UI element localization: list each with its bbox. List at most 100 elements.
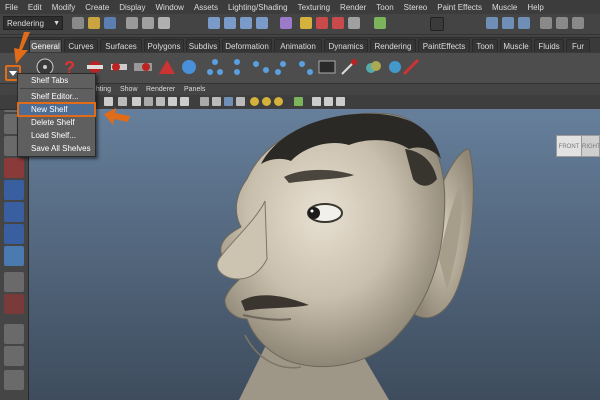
- layout-two-icon[interactable]: [4, 346, 24, 366]
- snap-plane-icon[interactable]: [256, 17, 268, 29]
- tool-settings-icon[interactable]: [518, 17, 530, 29]
- menu-toon[interactable]: Toon: [371, 3, 398, 12]
- input-field-icon[interactable]: [374, 17, 386, 29]
- view-cube[interactable]: FRONT RIGHT: [556, 127, 600, 161]
- menu-item-delete-shelf[interactable]: Delete Shelf: [18, 116, 95, 129]
- viewcube-front[interactable]: FRONT: [556, 135, 582, 157]
- menu-window[interactable]: Window: [151, 3, 189, 12]
- camera-icon[interactable]: [104, 97, 113, 106]
- tab-subdivs[interactable]: Subdivs: [186, 39, 220, 52]
- tab-surfaces[interactable]: Surfaces: [100, 39, 142, 52]
- isolate-icon[interactable]: [294, 97, 303, 106]
- menu-muscle[interactable]: Muscle: [487, 3, 522, 12]
- layout-four-icon[interactable]: [4, 324, 24, 344]
- select-hierarchy-icon[interactable]: [126, 17, 138, 29]
- tool-icon-2[interactable]: [108, 56, 130, 78]
- rotate-tool-icon[interactable]: [4, 180, 24, 200]
- manipulator-tool-icon[interactable]: [4, 224, 24, 244]
- channel-box-icon[interactable]: [486, 17, 498, 29]
- tab-muscle[interactable]: Muscle: [500, 39, 532, 52]
- tab-fur[interactable]: Fur: [566, 39, 590, 52]
- select-object-icon[interactable]: [142, 17, 154, 29]
- snap-point-icon[interactable]: [240, 17, 252, 29]
- tab-painteffects[interactable]: PaintEffects: [418, 39, 470, 52]
- tab-deformation[interactable]: Deformation: [222, 39, 272, 52]
- cube-icon[interactable]: [200, 97, 209, 106]
- viewcube-right[interactable]: RIGHT: [581, 135, 600, 157]
- menu-stereo[interactable]: Stereo: [399, 3, 433, 12]
- menu-file[interactable]: File: [0, 3, 23, 12]
- menu-display[interactable]: Display: [114, 3, 150, 12]
- joint-icon-5[interactable]: [294, 56, 316, 78]
- paint-tool-icon[interactable]: [338, 56, 360, 78]
- film-gate-icon[interactable]: [324, 97, 333, 106]
- tab-curves[interactable]: Curves: [64, 39, 98, 52]
- render-settings-icon[interactable]: [348, 17, 360, 29]
- xray-icon[interactable]: [168, 97, 177, 106]
- menu-lighting-shading[interactable]: Lighting/Shading: [223, 3, 293, 12]
- menu-item-new-shelf[interactable]: New Shelf: [17, 102, 96, 117]
- menu-render[interactable]: Render: [335, 3, 371, 12]
- menu-create[interactable]: Create: [80, 3, 114, 12]
- perspective-viewport[interactable]: FRONT RIGHT: [29, 109, 600, 400]
- wireframe-icon[interactable]: [132, 97, 141, 106]
- layout-single-icon[interactable]: [4, 272, 24, 292]
- script-editor-icon[interactable]: [316, 56, 338, 78]
- tab-toon[interactable]: Toon: [472, 39, 498, 52]
- textured-icon[interactable]: [156, 97, 165, 106]
- xray-joints-icon[interactable]: [180, 97, 189, 106]
- render-tool-icon[interactable]: [4, 294, 24, 314]
- resolution-gate-icon[interactable]: [312, 97, 321, 106]
- ipr-render-icon[interactable]: [332, 17, 344, 29]
- menu-help[interactable]: Help: [522, 3, 548, 12]
- tool-icon-3[interactable]: [132, 56, 154, 78]
- cube-shaded-icon[interactable]: [212, 97, 221, 106]
- menu-modify[interactable]: Modify: [47, 3, 81, 12]
- layout-list-icon[interactable]: [4, 370, 24, 390]
- brush-icon[interactable]: [400, 56, 422, 78]
- snap-grid-icon[interactable]: [208, 17, 220, 29]
- tab-rendering[interactable]: Rendering: [370, 39, 416, 52]
- share-icon[interactable]: [336, 97, 345, 106]
- render-current-icon[interactable]: [316, 17, 328, 29]
- menu-set-dropdown[interactable]: Rendering ▼: [3, 16, 63, 30]
- tool-icon-4[interactable]: [156, 56, 178, 78]
- joint-icon-2[interactable]: [226, 56, 248, 78]
- tab-dynamics[interactable]: Dynamics: [324, 39, 368, 52]
- soft-mod-icon[interactable]: [4, 246, 24, 266]
- tab-polygons[interactable]: Polygons: [144, 39, 184, 52]
- joint-icon-3[interactable]: [250, 56, 272, 78]
- layout-icon[interactable]: [540, 17, 552, 29]
- joint-icon-4[interactable]: [272, 56, 294, 78]
- menu-item-shelf-editor[interactable]: Shelf Editor...: [18, 90, 95, 103]
- menu-edit[interactable]: Edit: [23, 3, 47, 12]
- open-scene-icon[interactable]: [88, 17, 100, 29]
- cube-blue-icon[interactable]: [224, 97, 233, 106]
- shaded-icon[interactable]: [144, 97, 153, 106]
- history-icon[interactable]: [280, 17, 292, 29]
- menu-paint-effects[interactable]: Paint Effects: [432, 3, 487, 12]
- blend-icon[interactable]: [362, 56, 384, 78]
- scale-tool-icon[interactable]: [4, 202, 24, 222]
- tab-fluids[interactable]: Fluids: [534, 39, 564, 52]
- joint-icon[interactable]: [204, 56, 226, 78]
- render-view-icon[interactable]: [300, 17, 312, 29]
- select-component-icon[interactable]: [158, 17, 170, 29]
- menu-texturing[interactable]: Texturing: [293, 3, 335, 12]
- menu-item-save-all-shelves[interactable]: Save All Shelves: [18, 142, 95, 155]
- tab-animation[interactable]: Animation: [274, 39, 322, 52]
- layout-icon-2[interactable]: [556, 17, 568, 29]
- light-icon-3[interactable]: [274, 97, 283, 106]
- menu-assets[interactable]: Assets: [189, 3, 223, 12]
- attribute-editor-icon[interactable]: [502, 17, 514, 29]
- save-scene-icon[interactable]: [104, 17, 116, 29]
- light-icon-2[interactable]: [262, 97, 271, 106]
- new-scene-icon[interactable]: [72, 17, 84, 29]
- sphere-small-icon[interactable]: [236, 97, 245, 106]
- menu-item-load-shelf[interactable]: Load Shelf...: [18, 129, 95, 142]
- sphere-icon[interactable]: [178, 56, 200, 78]
- menu-item-shelf-tabs[interactable]: Shelf Tabs: [18, 74, 95, 87]
- snap-curve-icon[interactable]: [224, 17, 236, 29]
- grid-icon[interactable]: [118, 97, 127, 106]
- layout-icon-3[interactable]: [572, 17, 584, 29]
